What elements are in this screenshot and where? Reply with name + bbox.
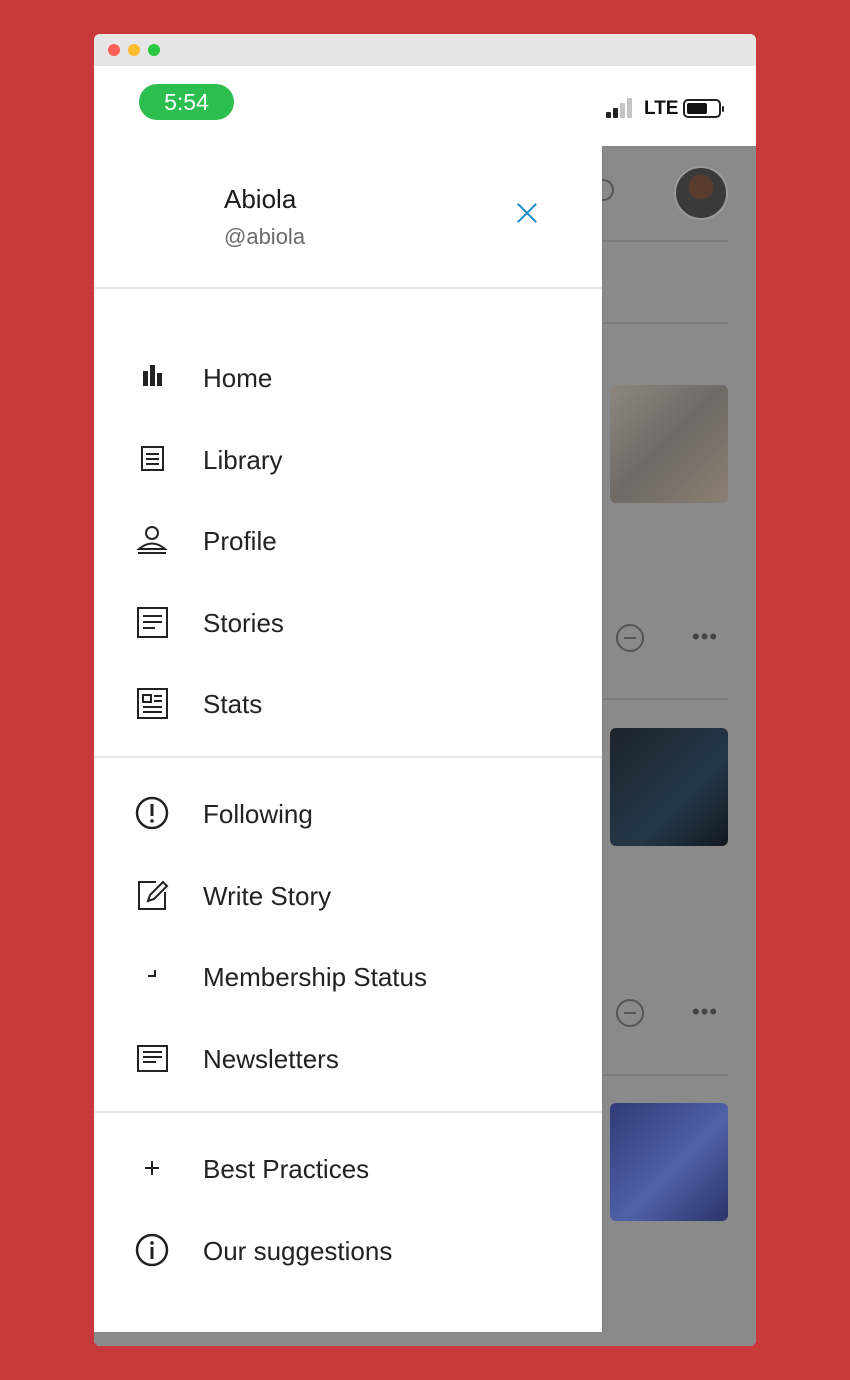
divider bbox=[602, 240, 728, 242]
user-handle: @abiola bbox=[224, 224, 306, 249]
maximize-window-button[interactable] bbox=[148, 44, 160, 56]
document-icon bbox=[134, 604, 170, 640]
menu-item-home[interactable]: Home bbox=[94, 341, 602, 413]
edit-icon bbox=[134, 877, 170, 913]
bar-chart-icon bbox=[134, 359, 170, 395]
menu-item-our-suggestions[interactable]: Our suggestions bbox=[94, 1214, 602, 1286]
info-icon bbox=[134, 1232, 170, 1268]
network-type: LTE bbox=[644, 98, 679, 119]
divider bbox=[602, 1074, 728, 1076]
minimize-window-button[interactable] bbox=[128, 44, 140, 56]
menu-item-label: Stories bbox=[203, 608, 284, 638]
more-icon: ••• bbox=[692, 999, 719, 1024]
plus-icon bbox=[134, 1150, 170, 1186]
menu-divider bbox=[94, 756, 602, 758]
library-icon bbox=[134, 441, 170, 477]
alert-circle-icon bbox=[134, 795, 170, 831]
menu-item-membership-status[interactable]: Membership Status bbox=[94, 940, 602, 1012]
menu-item-label: Home bbox=[203, 363, 273, 393]
close-icon[interactable] bbox=[512, 198, 542, 228]
status-time: 5:54 bbox=[139, 84, 234, 120]
window-titlebar bbox=[94, 34, 756, 66]
menu-item-label: Best Practices bbox=[203, 1154, 370, 1184]
signal-icon bbox=[606, 98, 636, 118]
menu-item-label: Following bbox=[203, 799, 313, 829]
side-drawer: Abiola @abiola Home Library Profile Stor… bbox=[94, 146, 602, 1332]
corner-icon bbox=[134, 958, 170, 994]
drawer-header: Abiola @abiola bbox=[94, 146, 602, 289]
divider bbox=[602, 698, 728, 700]
story-thumbnail bbox=[610, 385, 728, 503]
menu-item-library[interactable]: Library bbox=[94, 423, 602, 495]
story-thumbnail bbox=[610, 1103, 728, 1221]
user-name: Abiola bbox=[224, 184, 297, 214]
app-window: 5:54 LTE ••• ••• Abiola @abiola Home Lib… bbox=[94, 34, 756, 1346]
minus-circle-icon bbox=[616, 624, 644, 652]
menu-item-label: Write Story bbox=[203, 881, 332, 911]
menu-item-stories[interactable]: Stories bbox=[94, 586, 602, 658]
menu-item-label: Profile bbox=[203, 526, 277, 556]
close-window-button[interactable] bbox=[108, 44, 120, 56]
list-icon bbox=[134, 1040, 170, 1076]
minus-circle-icon bbox=[616, 999, 644, 1027]
menu-item-label: Stats bbox=[203, 689, 263, 719]
menu-item-newsletters[interactable]: Newsletters bbox=[94, 1022, 602, 1094]
more-icon: ••• bbox=[692, 624, 719, 649]
menu-item-label: Membership Status bbox=[203, 962, 427, 992]
avatar bbox=[674, 166, 728, 220]
battery-icon bbox=[683, 99, 724, 118]
menu-divider bbox=[94, 1111, 602, 1113]
menu-item-label: Library bbox=[203, 445, 283, 475]
status-bar: 5:54 LTE bbox=[94, 66, 756, 146]
person-icon bbox=[134, 522, 170, 558]
menu-item-label: Our suggestions bbox=[203, 1236, 393, 1266]
menu-item-write-story[interactable]: Write Story bbox=[94, 859, 602, 931]
menu-item-best-practices[interactable]: Best Practices bbox=[94, 1132, 602, 1204]
menu-item-profile[interactable]: Profile bbox=[94, 504, 602, 576]
menu-item-following[interactable]: Following bbox=[94, 777, 602, 849]
newspaper-icon bbox=[134, 685, 170, 721]
menu-item-label: Newsletters bbox=[203, 1044, 339, 1074]
menu-item-stats[interactable]: Stats bbox=[94, 667, 602, 739]
story-thumbnail bbox=[610, 728, 728, 846]
divider bbox=[602, 322, 728, 324]
